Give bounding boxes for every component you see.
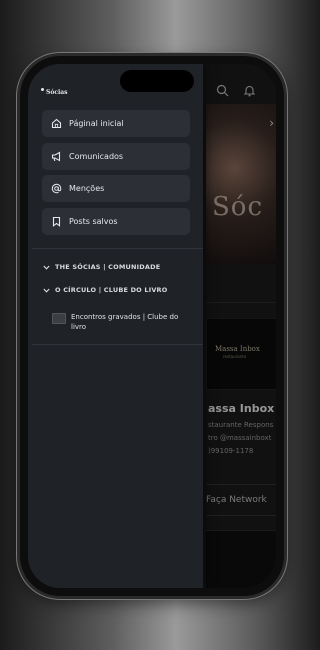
bookmark-icon — [51, 216, 62, 227]
group-title: O CÍRCULO | CLUBE DO LIVRO — [55, 286, 168, 294]
megaphone-icon — [51, 151, 62, 162]
home-icon — [51, 118, 62, 129]
brand-name: Sócias — [46, 88, 68, 96]
video-thumbnail-icon — [52, 313, 66, 324]
nav-item-label: Páginal inicial — [69, 119, 124, 128]
phone-frame: › Sóc Massa Inbox restaurante assa Inbox… — [20, 56, 284, 596]
group-title: THE SÓCIAS | COMUNIDADE — [55, 263, 161, 271]
group-clube-do-livro[interactable]: O CÍRCULO | CLUBE DO LIVRO — [43, 286, 168, 294]
screen: › Sóc Massa Inbox restaurante assa Inbox… — [28, 64, 276, 588]
nav-item-label: Posts salvos — [69, 216, 118, 226]
group-comunidade[interactable]: THE SÓCIAS | COMUNIDADE — [43, 263, 160, 271]
channel-label: Encontros gravados | Clube do livro — [71, 313, 179, 331]
drawer-divider — [32, 248, 203, 249]
nav-item-mencoes[interactable]: Menções — [42, 175, 190, 202]
nav-list: Páginal inicial Comunicados Menções Post… — [42, 110, 190, 240]
channel-encontros-gravados[interactable]: Encontros gravados | Clube do livro — [52, 312, 192, 332]
chevron-down-icon — [43, 265, 50, 270]
nav-item-comunicados[interactable]: Comunicados — [42, 142, 190, 170]
at-icon — [51, 183, 62, 194]
nav-item-home[interactable]: Páginal inicial — [42, 110, 190, 137]
drawer-divider — [32, 344, 203, 345]
nav-item-label: Comunicados — [69, 151, 124, 161]
nav-item-label: Menções — [69, 184, 105, 193]
navigation-drawer: Sócias Páginal inicial Comunicados Mençõ… — [28, 64, 203, 588]
dynamic-island — [120, 70, 194, 92]
brand-logo[interactable]: Sócias — [41, 88, 68, 96]
chevron-down-icon — [43, 288, 50, 293]
logo-dot-icon — [41, 88, 44, 91]
nav-item-posts-salvos[interactable]: Posts salvos — [42, 207, 190, 235]
